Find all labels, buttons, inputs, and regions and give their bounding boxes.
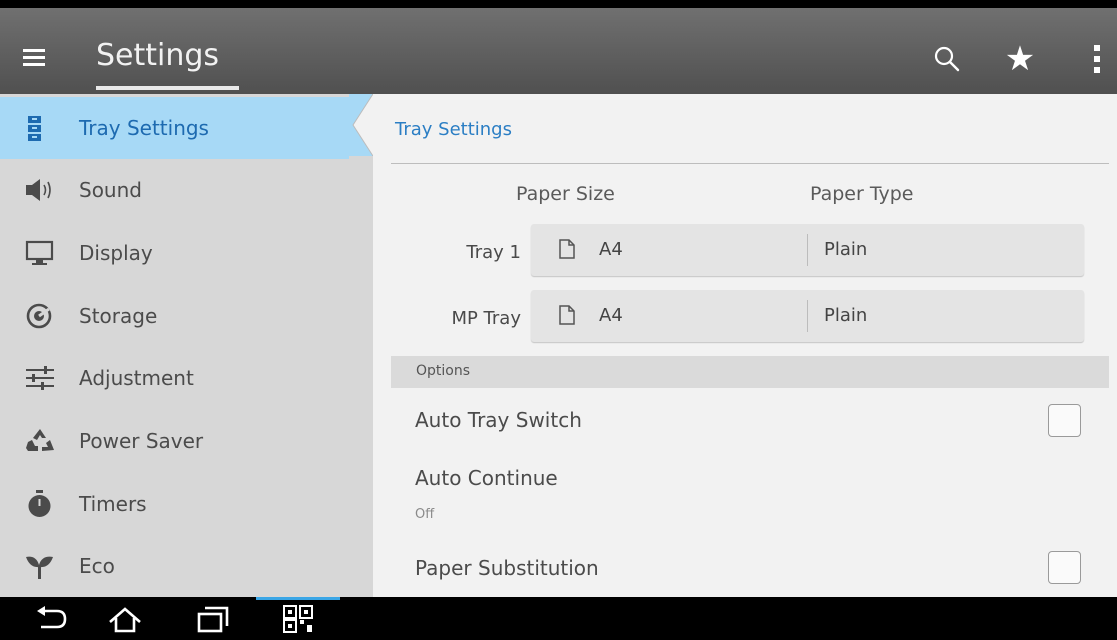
paper-type-value: Plain: [824, 239, 868, 260]
search-icon[interactable]: [930, 42, 964, 76]
paper-type-value: Plain: [824, 305, 868, 326]
back-icon[interactable]: [35, 605, 69, 633]
app-bar: Settings ★: [0, 8, 1117, 94]
tray-settings-panel: Tray Settings Paper Size Paper Type Tray…: [373, 94, 1117, 597]
tray-label: Tray 1: [466, 242, 521, 263]
paper-size-value: A4: [599, 305, 623, 326]
auto-continue-option[interactable]: Auto Continue: [415, 466, 558, 490]
paper-substitution-checkbox[interactable]: [1048, 551, 1081, 584]
sliders-icon: [24, 363, 56, 393]
sidebar-item-storage[interactable]: Storage: [0, 285, 373, 347]
hamburger-menu-icon[interactable]: [23, 49, 45, 67]
monitor-icon: [24, 238, 56, 268]
paper-substitution-label: Paper Substitution: [415, 556, 599, 580]
document-icon: [559, 239, 575, 259]
auto-continue-value: Off: [415, 507, 435, 522]
sidebar-item-label: Display: [79, 241, 153, 265]
recent-apps-icon[interactable]: [196, 605, 230, 633]
sidebar-item-sound[interactable]: Sound: [0, 159, 373, 221]
sidebar-item-label: Sound: [79, 178, 142, 202]
sidebar-item-label: Eco: [79, 554, 115, 578]
column-header-paper-type: Paper Type: [810, 183, 914, 205]
paper-size-value: A4: [599, 239, 623, 260]
sidebar-item-adjustment[interactable]: Adjustment: [0, 347, 373, 409]
speaker-icon: [24, 175, 56, 205]
active-indicator: [256, 597, 340, 600]
field-divider: [807, 234, 808, 266]
auto-tray-switch-label: Auto Tray Switch: [415, 408, 582, 432]
column-header-paper-size: Paper Size: [516, 183, 615, 205]
page-title: Tray Settings: [395, 119, 512, 140]
sidebar-item-label: Adjustment: [79, 366, 194, 390]
field-divider: [807, 300, 808, 332]
tray-icon: [24, 113, 56, 143]
sidebar-item-timers[interactable]: Timers: [0, 473, 373, 535]
sidebar-item-label: Tray Settings: [79, 116, 209, 140]
recycle-icon: [24, 426, 56, 456]
screen: Settings ★ Tray Settings Sound Display S…: [0, 0, 1117, 640]
tray-1-paper-field[interactable]: A4 Plain: [531, 224, 1084, 276]
title-underline: [96, 86, 239, 90]
sidebar-item-eco[interactable]: Eco: [0, 535, 373, 597]
sidebar-item-label: Power Saver: [79, 429, 204, 453]
sidebar-item-power-saver[interactable]: Power Saver: [0, 410, 373, 472]
sidebar-item-label: Timers: [79, 492, 147, 516]
app-title: Settings: [96, 38, 220, 73]
system-navigation-bar: [0, 597, 1117, 640]
star-icon[interactable]: ★: [1003, 42, 1037, 76]
document-icon: [559, 305, 575, 325]
options-section-header: Options: [391, 356, 1109, 388]
settings-sidebar: Tray Settings Sound Display Storage Adju…: [0, 94, 373, 597]
leaf-icon: [24, 551, 56, 581]
selection-notch: [349, 94, 373, 156]
auto-tray-switch-checkbox[interactable]: [1048, 404, 1081, 437]
sidebar-item-tray-settings[interactable]: Tray Settings: [0, 97, 349, 159]
home-icon[interactable]: [108, 605, 142, 633]
storage-icon: [24, 301, 56, 331]
sidebar-item-label: Storage: [79, 304, 158, 328]
options-header-label: Options: [416, 363, 471, 379]
stopwatch-icon: [24, 489, 56, 519]
title-divider: [391, 163, 1109, 164]
more-vert-icon[interactable]: [1080, 42, 1114, 76]
mp-tray-paper-field[interactable]: A4 Plain: [531, 290, 1084, 342]
sidebar-item-display[interactable]: Display: [0, 222, 373, 284]
tray-label: MP Tray: [451, 308, 521, 329]
qr-scan-icon[interactable]: [281, 605, 315, 633]
